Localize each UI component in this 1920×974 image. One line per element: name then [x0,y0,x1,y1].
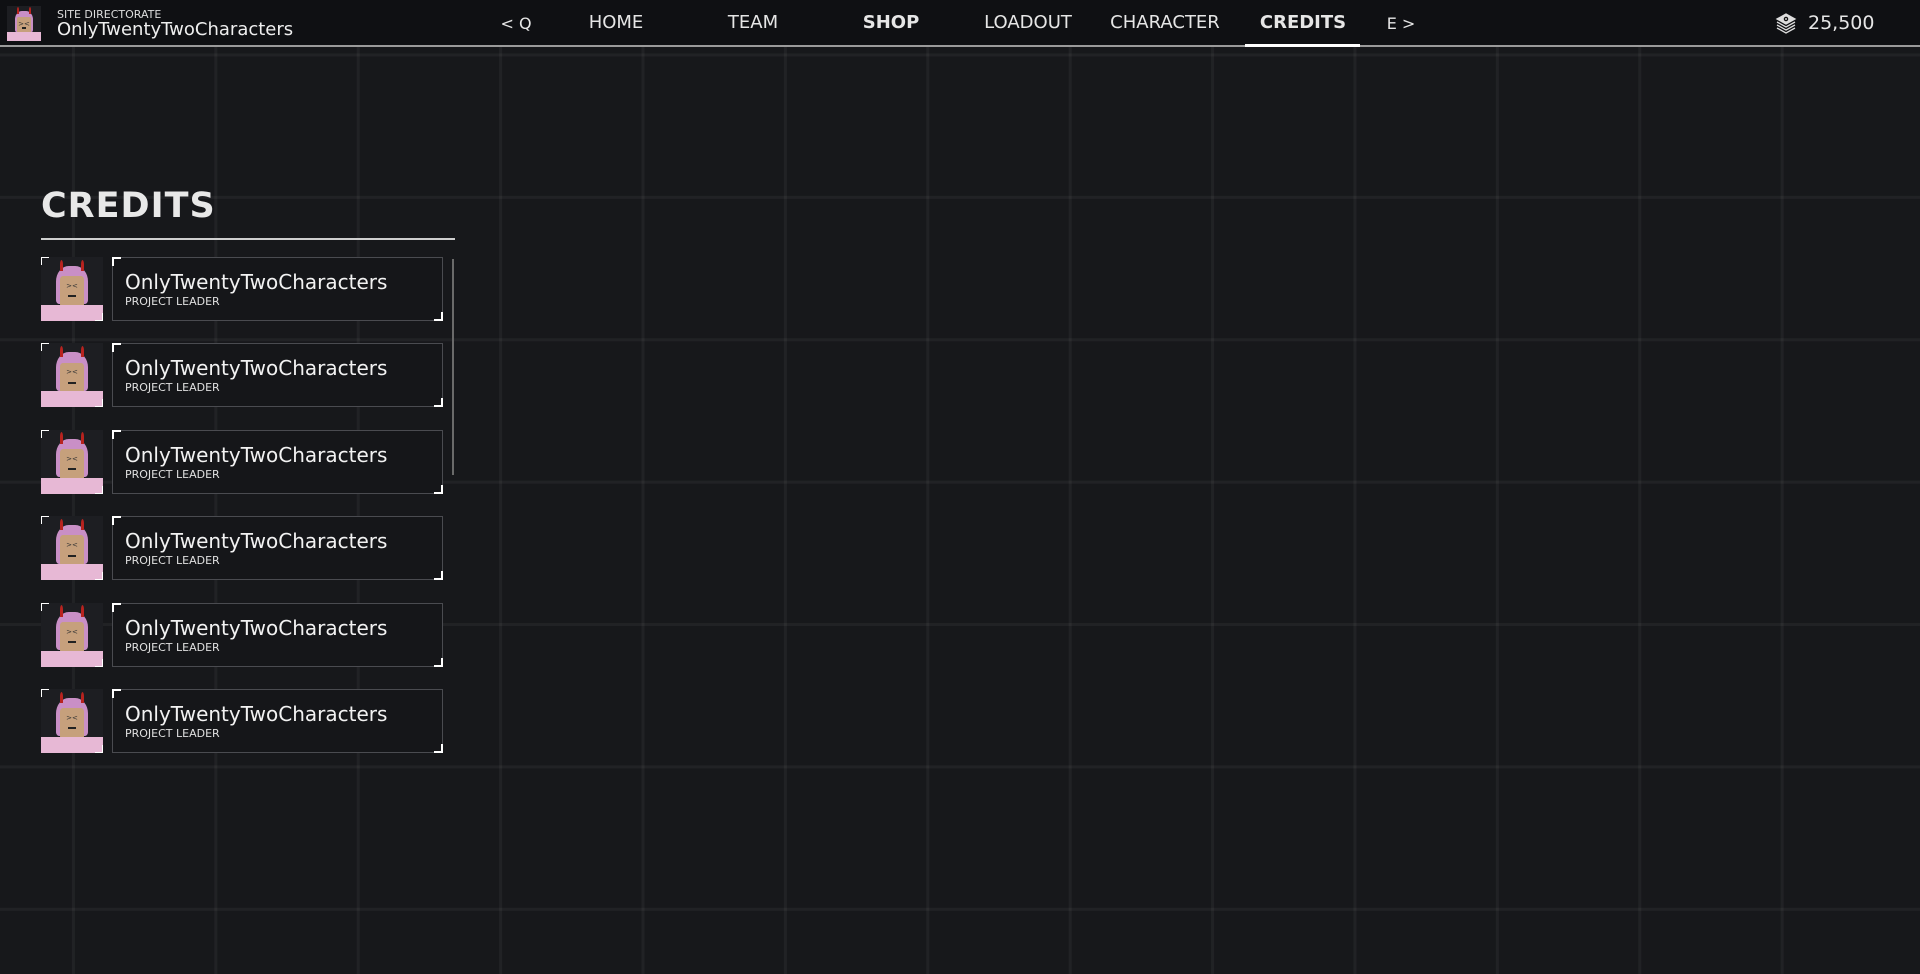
cash-stack-icon [1775,13,1797,34]
credit-card: OnlyTwentyTwoCharacters PROJECT LEADER [112,689,443,753]
currency-balance: 25,500 [1808,12,1875,34]
credit-card: OnlyTwentyTwoCharacters PROJECT LEADER [112,602,443,667]
credit-entry[interactable]: >< OnlyTwentyTwoCharacters PROJECT LEADE… [41,343,443,408]
credit-entry[interactable]: >< OnlyTwentyTwoCharacters PROJECT LEADE… [41,257,443,321]
credit-role: PROJECT LEADER [125,727,220,740]
header-username: OnlyTwentyTwoCharacters [57,19,294,40]
user-avatar[interactable]: >< [7,6,41,41]
page-title: CREDITS [41,186,216,226]
credit-card: OnlyTwentyTwoCharacters PROJECT LEADER [112,429,443,494]
tab-character[interactable]: CHARACTER [1110,12,1220,33]
credit-role: PROJECT LEADER [125,467,220,481]
credit-avatar: >< [41,257,103,321]
tab-team[interactable]: TEAM [728,12,778,33]
credit-name: OnlyTwentyTwoCharacters [125,702,388,726]
credit-avatar: >< [41,516,103,581]
tab-credits[interactable]: CREDITS [1260,12,1346,33]
credit-name: OnlyTwentyTwoCharacters [125,270,388,294]
credit-role: PROJECT LEADER [125,295,220,308]
credit-avatar: >< [41,429,103,494]
credit-name: OnlyTwentyTwoCharacters [125,529,388,554]
credit-avatar: >< [41,689,103,753]
credit-card: OnlyTwentyTwoCharacters PROJECT LEADER [112,516,443,581]
credit-role: PROJECT LEADER [125,554,220,568]
credit-avatar: >< [41,343,103,408]
title-divider [41,238,455,240]
nav-prev-button[interactable]: < Q [500,14,531,33]
credit-card: OnlyTwentyTwoCharacters PROJECT LEADER [112,343,443,408]
credits-scrollbar[interactable] [452,259,454,475]
credit-role: PROJECT LEADER [125,381,220,395]
credit-entry[interactable]: >< OnlyTwentyTwoCharacters PROJECT LEADE… [41,689,443,753]
tab-home[interactable]: HOME [589,12,644,33]
tab-shop[interactable]: SHOP [863,12,920,33]
credit-name: OnlyTwentyTwoCharacters [125,442,388,467]
credit-name: OnlyTwentyTwoCharacters [125,356,388,381]
credit-card: OnlyTwentyTwoCharacters PROJECT LEADER [112,257,443,321]
credit-entry[interactable]: >< OnlyTwentyTwoCharacters PROJECT LEADE… [41,602,443,667]
credit-name: OnlyTwentyTwoCharacters [125,615,388,640]
top-bar: >< SITE DIRECTORATE OnlyTwentyTwoCharact… [0,0,1920,47]
credit-role: PROJECT LEADER [125,640,220,654]
nav-next-button[interactable]: E > [1387,14,1416,33]
credit-entry[interactable]: >< OnlyTwentyTwoCharacters PROJECT LEADE… [41,516,443,581]
tab-loadout[interactable]: LOADOUT [984,12,1072,33]
active-tab-indicator [1245,44,1360,47]
credit-entry[interactable]: >< OnlyTwentyTwoCharacters PROJECT LEADE… [41,429,443,494]
credit-avatar: >< [41,602,103,667]
